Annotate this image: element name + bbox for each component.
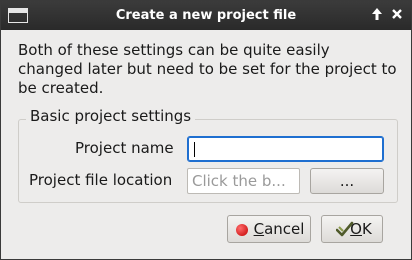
group-title: Basic project settings xyxy=(26,107,196,125)
cancel-button[interactable]: Cancel xyxy=(227,215,311,243)
browse-label: ... xyxy=(339,172,355,190)
project-file-location-label: Project file location xyxy=(29,171,173,189)
cancel-label: Cancel xyxy=(253,220,305,238)
project-file-location-input[interactable]: Click the b... xyxy=(187,168,300,194)
dialog-title: Create a new project file xyxy=(115,8,297,23)
text-caret xyxy=(194,142,195,157)
close-icon xyxy=(392,9,402,19)
cancel-icon xyxy=(236,224,248,236)
ok-button[interactable]: OK xyxy=(321,215,383,243)
arrow-up-icon xyxy=(372,8,382,20)
ok-icon xyxy=(336,221,354,237)
project-file-location-placeholder: Click the b... xyxy=(192,172,286,190)
keep-above-button[interactable] xyxy=(371,7,383,25)
close-button[interactable] xyxy=(391,7,403,25)
project-name-label: Project name xyxy=(75,139,174,157)
project-name-input[interactable] xyxy=(187,136,384,162)
title-bar[interactable]: Create a new project file xyxy=(1,1,411,30)
browse-button[interactable]: ... xyxy=(310,168,384,194)
dialog-window: Create a new project file Both of these … xyxy=(0,0,412,260)
description-text: Both of these settings can be quite easi… xyxy=(18,41,397,97)
